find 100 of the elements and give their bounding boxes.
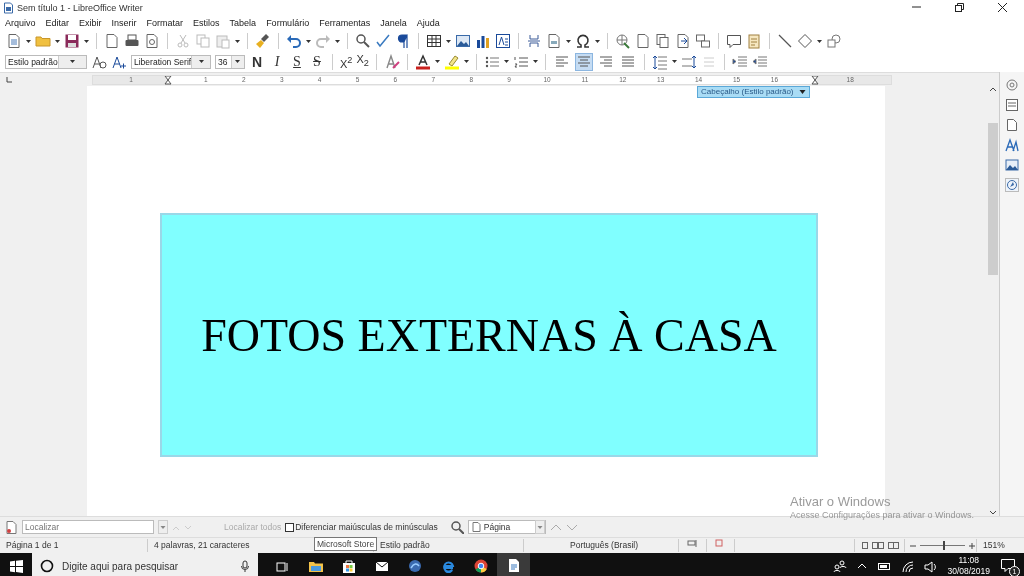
multi-page-view-icon[interactable] — [871, 541, 885, 550]
format-button[interactable]: S — [289, 53, 305, 70]
caret-icon[interactable] — [532, 59, 538, 64]
footnote-icon[interactable] — [635, 33, 651, 49]
match-case-checkbox[interactable]: Diferenciar maiúsculas de minúsculas — [285, 522, 438, 532]
format-button[interactable]: X$^{2}$ — [340, 51, 353, 72]
find-document-icon[interactable] — [4, 520, 18, 534]
menu-item[interactable]: Arquivo — [5, 18, 36, 28]
scroll-up-icon[interactable] — [989, 86, 997, 93]
track-changes-icon[interactable] — [746, 33, 762, 49]
cross-reference-icon[interactable] — [695, 33, 711, 49]
header-tag[interactable]: Cabeçalho (Estilo padrão) — [697, 86, 810, 98]
find-replace-icon[interactable] — [355, 33, 371, 49]
scroll-down-icon[interactable] — [989, 509, 997, 516]
selection-mode-icon[interactable] — [687, 539, 697, 548]
browser-circle-icon[interactable] — [473, 559, 488, 573]
comment-icon[interactable] — [726, 33, 742, 49]
properties-icon[interactable] — [1005, 98, 1019, 112]
clock-date[interactable]: 30/08/2019 — [947, 566, 990, 576]
task-view-icon[interactable] — [276, 559, 289, 573]
battery-icon[interactable] — [877, 560, 892, 572]
notification-icon[interactable] — [1000, 558, 1016, 573]
format-button[interactable]: X$_{2}$ — [356, 51, 369, 72]
paragraph-style-dropdown[interactable]: Estilo padrão — [5, 54, 87, 69]
caret-icon[interactable] — [26, 38, 31, 44]
caret-icon[interactable] — [503, 59, 509, 64]
image-icon[interactable] — [455, 33, 471, 49]
page-icon[interactable] — [1005, 118, 1019, 132]
save-icon[interactable] — [64, 33, 80, 49]
close-icon[interactable] — [997, 2, 1008, 13]
format-button[interactable]: N — [249, 53, 265, 70]
checkbox[interactable] — [285, 522, 295, 532]
shopping-bag-icon[interactable] — [341, 559, 356, 573]
caret-icon[interactable] — [84, 38, 89, 44]
menu-item[interactable]: Janela — [380, 18, 407, 28]
wifi-icon[interactable] — [901, 559, 915, 573]
zoom-level[interactable]: 151% — [977, 539, 1005, 552]
clock-time[interactable]: 11:08 — [958, 555, 980, 566]
menu-item[interactable]: Exibir — [79, 18, 102, 28]
menu-item[interactable]: Editar — [45, 18, 70, 28]
caret-icon[interactable] — [335, 38, 340, 44]
endnote-icon[interactable] — [655, 33, 671, 49]
chart-icon[interactable] — [475, 33, 491, 49]
caret-icon[interactable] — [235, 38, 240, 44]
indent-marker-icon[interactable] — [811, 75, 819, 85]
zoom-slider-thumb[interactable] — [942, 541, 945, 550]
print-icon[interactable] — [124, 33, 140, 49]
menu-item[interactable]: Formatar — [146, 18, 184, 28]
caret-icon[interactable] — [235, 59, 241, 64]
table-icon[interactable] — [426, 33, 442, 49]
circle-icon[interactable] — [40, 559, 54, 573]
increase-indent-icon[interactable] — [731, 53, 748, 70]
navigator-icon[interactable] — [1005, 178, 1019, 192]
browser-e-icon[interactable] — [440, 559, 455, 573]
gallery-icon[interactable] — [1005, 158, 1019, 172]
line-spacing-icon[interactable] — [651, 53, 668, 70]
spellcheck-icon[interactable] — [375, 33, 391, 49]
special-character-icon[interactable] — [575, 33, 591, 49]
folder-icon[interactable] — [308, 559, 323, 573]
book-view-icon[interactable] — [887, 541, 900, 550]
caret-icon[interactable] — [69, 59, 75, 64]
export-pdf-icon[interactable] — [104, 33, 120, 49]
text-box-icon[interactable] — [495, 33, 511, 49]
print-preview-icon[interactable] — [144, 33, 160, 49]
chevron-up-icon[interactable] — [857, 562, 868, 570]
caret-icon[interactable] — [671, 59, 677, 64]
shapes-icon[interactable] — [826, 33, 842, 49]
caret-icon[interactable] — [817, 38, 822, 44]
bookmark-icon[interactable] — [675, 33, 691, 49]
find-dropdown[interactable] — [158, 520, 168, 534]
menu-item[interactable]: Formulário — [266, 18, 310, 28]
font-name-dropdown[interactable]: Liberation Serif — [131, 54, 211, 69]
zoom-in-icon[interactable] — [968, 541, 976, 550]
menu-item[interactable]: Ferramentas — [319, 18, 371, 28]
caret-icon[interactable] — [566, 38, 571, 44]
find-replace-icon[interactable] — [449, 520, 464, 534]
find-field[interactable]: Localizar — [22, 520, 154, 534]
styles-icon[interactable] — [1005, 138, 1019, 152]
formatting-marks-icon[interactable] — [395, 33, 411, 49]
volume-icon[interactable] — [924, 559, 938, 573]
menu-item[interactable]: Tabela — [229, 18, 257, 28]
settings-icon[interactable] — [1005, 78, 1019, 92]
clear-formatting-icon[interactable] — [383, 53, 400, 70]
decrease-indent-icon[interactable] — [751, 53, 768, 70]
clone-formatting-icon[interactable] — [255, 33, 271, 49]
field-icon[interactable] — [546, 33, 562, 49]
taskbar-search-field[interactable]: Digite aqui para pesquisar — [32, 553, 258, 576]
hyperlink-icon[interactable] — [615, 33, 631, 49]
text-frame[interactable]: FOTOS EXTERNAS À CASA — [160, 213, 818, 457]
indent-marker-icon[interactable] — [164, 75, 172, 85]
font-size-dropdown[interactable]: 36 — [215, 54, 245, 69]
microphone-icon[interactable] — [240, 559, 250, 573]
caret-icon[interactable] — [446, 38, 451, 44]
font-color-icon[interactable] — [414, 53, 431, 70]
menu-item[interactable]: Ajuda — [416, 18, 440, 28]
new-document-icon[interactable] — [6, 33, 22, 49]
mail-icon[interactable] — [374, 559, 389, 573]
maximize-icon[interactable] — [954, 2, 965, 13]
caret-icon[interactable] — [595, 38, 600, 44]
writer-document-icon[interactable] — [506, 557, 521, 573]
